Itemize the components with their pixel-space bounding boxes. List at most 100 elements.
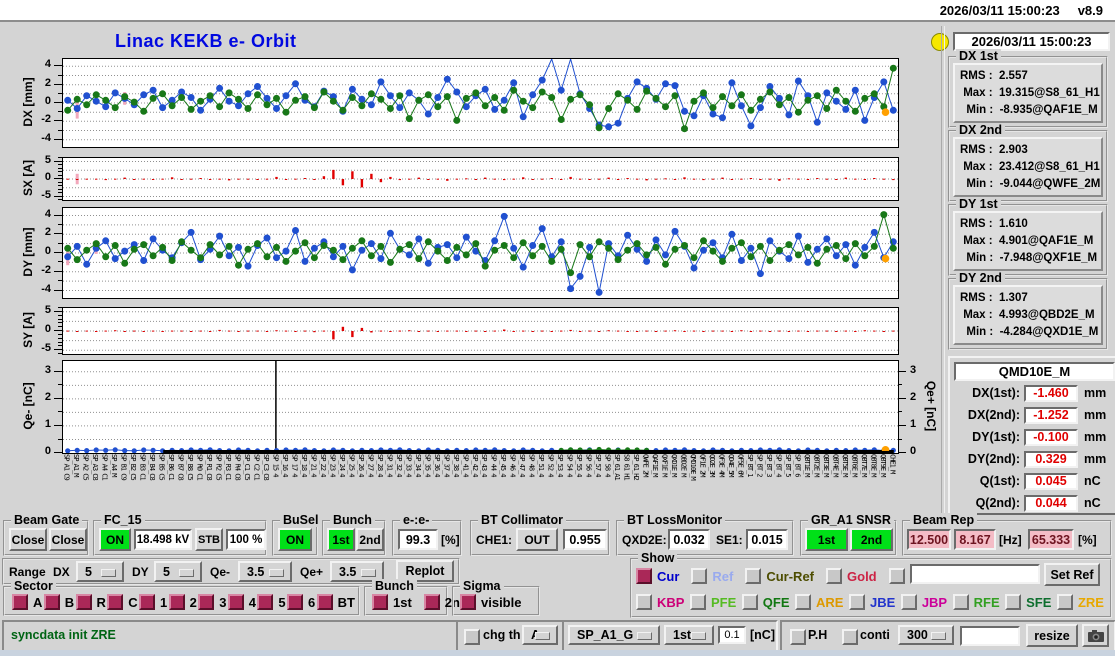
x-axis-bpm-label: SP_57_4 [594, 454, 603, 477]
range-dx-select[interactable]: 5 [76, 561, 124, 582]
sector-bt-checkbox[interactable] [316, 594, 333, 610]
busel-on-button[interactable]: ON [278, 528, 312, 551]
sx-plot[interactable] [62, 157, 899, 201]
sector-3-checkbox[interactable] [198, 594, 215, 610]
qe-tick-label: 0 [44, 445, 51, 457]
bunch-1st-checkbox[interactable] [372, 594, 388, 610]
titlebar-datetime: 2026/03/11 15:00:23 [939, 3, 1060, 18]
sigma-visible-label: visible [481, 594, 522, 610]
show-sfe-checkbox[interactable] [1005, 594, 1022, 610]
resize-button[interactable]: resize [1026, 624, 1078, 647]
x-axis-bpm-label: SP_B1_C9 [119, 454, 128, 480]
show-gold-checkbox[interactable] [826, 568, 843, 584]
dy-plot[interactable] [62, 207, 899, 299]
chg-th-select[interactable]: A [522, 625, 558, 645]
show-ref-checkbox[interactable] [691, 568, 708, 584]
sy-minor-tick [58, 314, 62, 316]
sector-6-checkbox[interactable] [286, 594, 303, 610]
bunch-2nd-button[interactable]: 2nd [356, 528, 384, 551]
gr-snsr-2nd-button[interactable]: 2nd [850, 528, 893, 551]
show-cur-checkbox[interactable] [636, 568, 652, 584]
qmd-rows: DX(1st): -1.460 mm DX(2nd): -1.252 mm DY(1st):… [954, 383, 1115, 513]
x-axis-bpm-label: SP_BT_2 [755, 454, 764, 477]
fc15-on-button[interactable]: ON [99, 528, 131, 551]
sector-5-checkbox[interactable] [257, 594, 274, 610]
sy-major-tick [54, 330, 62, 331]
sy-plot[interactable] [62, 307, 899, 355]
show-pfe-checkbox[interactable] [689, 594, 706, 610]
show-rfe-checkbox[interactable] [952, 594, 969, 610]
range-qep-value: 3.5 [339, 564, 357, 579]
bunch-number-select[interactable]: 1st [664, 625, 714, 645]
bunch-1st-button[interactable]: 1st [327, 528, 355, 551]
show-jbp-checkbox[interactable] [900, 594, 917, 610]
chg-th-checkbox[interactable] [464, 629, 480, 645]
dx-plot[interactable] [62, 58, 899, 148]
qmd-row-value: 0.044 [1024, 494, 1078, 512]
bunch-2nd-checkbox[interactable] [423, 594, 440, 610]
beam-gate-legend: Beam Gate [11, 513, 83, 527]
min-line: Min : -7.948@QXF1E_M [960, 252, 1098, 265]
x-axis-bpm-label: SP_BT_5 [783, 454, 792, 477]
snapshot-button[interactable] [1082, 624, 1109, 647]
show-jbe-checkbox[interactable] [849, 594, 865, 610]
beam-gate-close-2-button[interactable]: Close [49, 528, 87, 551]
show-ave10-checkbox[interactable] [888, 568, 905, 584]
x-axis-bpm-label: SP_24_4 [337, 454, 346, 477]
show-cur-ref-checkbox[interactable] [745, 568, 762, 584]
sector-b-checkbox[interactable] [43, 594, 60, 610]
x-axis-bpm-label: SP_A4_M [110, 454, 119, 477]
sector-r-checkbox[interactable] [75, 594, 92, 610]
sector-b-item: B [43, 594, 74, 610]
ph-checkbox[interactable] [790, 629, 806, 645]
sx-tick-label: 5 [44, 153, 51, 166]
qe-tick-label-right: 3 [910, 363, 917, 376]
dy-1st-title: DY 1st [956, 197, 1001, 211]
sy-minor-tick [58, 345, 62, 347]
sector-4-checkbox[interactable] [227, 594, 244, 610]
show-gold-label: Gold [847, 568, 877, 584]
sector-1-checkbox[interactable] [139, 594, 155, 610]
show-zre-item: ZRE [1056, 594, 1104, 610]
x-axis-bpm-label: SP_A2_C5 [81, 454, 90, 480]
dx-1st-stats: RMS : 2.557 Max : 19.315@S8_61_H1 Min : … [953, 63, 1103, 123]
fc15-legend: FC_15 [101, 513, 145, 527]
fc15-stb-button[interactable]: STB [195, 528, 223, 551]
range-dy-select[interactable]: 5 [154, 561, 202, 582]
x-axis-bpm-label: SP_38_4 [451, 454, 460, 477]
ref-name-input[interactable] [910, 564, 1040, 584]
set-ref-button[interactable]: Set Ref [1044, 563, 1100, 586]
bpm-select[interactable]: SP_A1_G [568, 625, 660, 645]
range-qem-select[interactable]: 3.5 [238, 561, 292, 582]
gr-snsr-1st-button[interactable]: 1st [805, 528, 848, 551]
qe-minor-tick [58, 384, 62, 386]
threshold-field[interactable]: 0.1 [718, 626, 746, 644]
sector-2-checkbox[interactable] [168, 594, 185, 610]
show-kbp-checkbox[interactable] [636, 594, 652, 610]
x-axis-bpm-label: SP_BT_4 [774, 454, 783, 477]
show-zre-checkbox[interactable] [1056, 594, 1073, 610]
conti-checkbox[interactable] [842, 629, 858, 645]
show-are-checkbox[interactable] [795, 594, 812, 610]
beam-gate-close-1-button[interactable]: Close [9, 528, 47, 551]
free-input[interactable] [960, 626, 1020, 646]
sigma-visible-checkbox[interactable] [460, 594, 476, 610]
x-axis-bpm-label: SP_A1_C9 [62, 454, 71, 480]
qe-plot[interactable] [62, 360, 899, 454]
x-axis-bpm-label: SP_BT_1 [745, 454, 754, 477]
sector-a-item: A [12, 594, 42, 610]
qmd-row-dy-2nd: DY(2nd): 0.329 mm [954, 449, 1115, 469]
show-group: Show CurRefCur-RefGoldAve10 Set Ref KBPP… [630, 551, 1112, 618]
sector-r-item: R [75, 594, 106, 610]
kekb-orbit-window: { "titlebar": { "datetime": "2026/03/11 … [0, 0, 1115, 656]
x-axis-bpm-label: QD4E_5M [726, 454, 735, 477]
sector-c-checkbox[interactable] [107, 594, 124, 610]
show-are-item: ARE [795, 594, 843, 610]
status-message-box: syncdata init ZRE [2, 620, 458, 652]
sector-a-checkbox[interactable] [12, 594, 28, 610]
show-qfe-checkbox[interactable] [741, 594, 758, 610]
range-qem-value: 3.5 [247, 564, 265, 579]
points-select[interactable]: 300 [898, 625, 954, 645]
x-axis-bpm-label: SP_54_4 [565, 454, 574, 477]
che1-out-button[interactable]: OUT [516, 528, 558, 551]
